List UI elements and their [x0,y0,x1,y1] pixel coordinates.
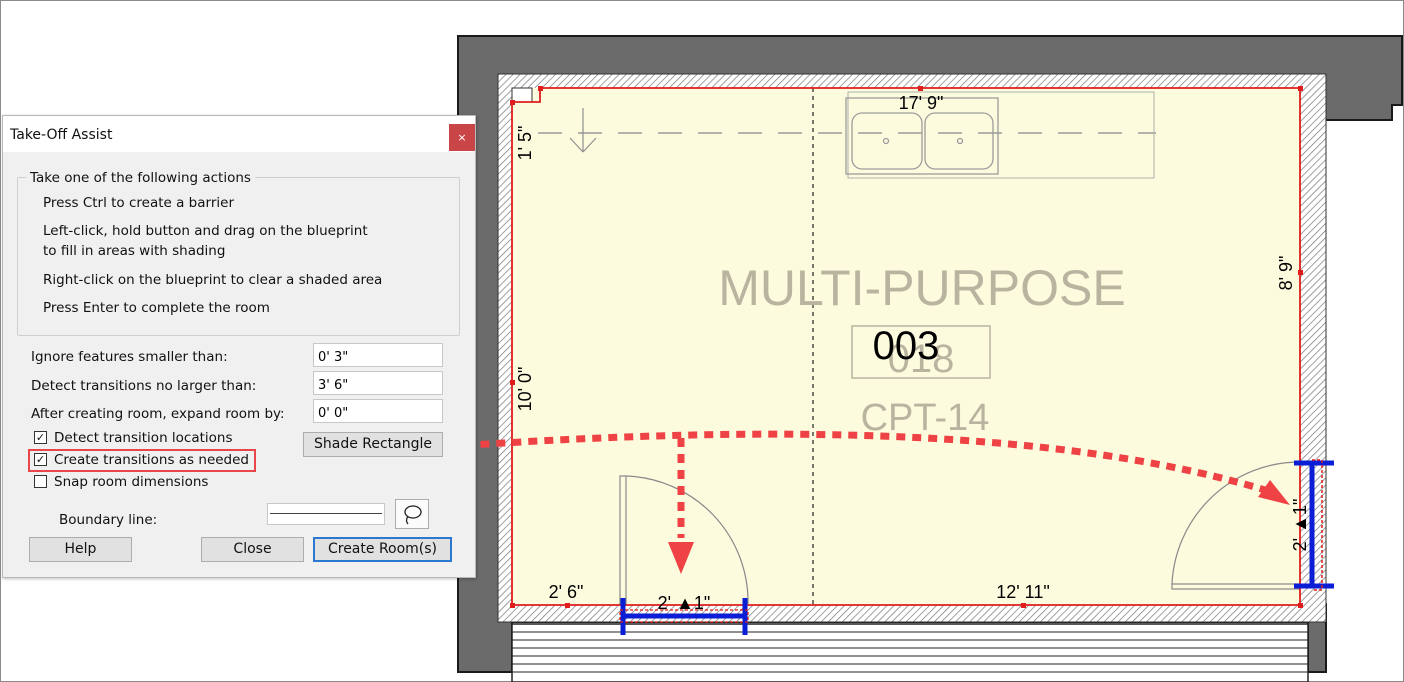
ignore-features-field[interactable] [313,343,443,367]
room-name: MULTI-PURPOSE [718,260,1125,316]
boundary-line-preview[interactable] [267,503,385,525]
instruction-right-click: Right-click on the blueprint to clear a … [43,272,383,288]
checkbox-label: Detect transition locations [54,430,233,446]
instruction-left-click-cont: to fill in areas with shading [43,243,226,259]
close-button[interactable]: Close [201,537,304,562]
dimension-top: 17' 9" [899,93,944,113]
instruction-left-click: Left-click, hold button and drag on the … [43,223,368,239]
dialog-title: Take-Off Assist [10,127,113,143]
detect-transitions-field[interactable] [313,371,443,395]
dimension-bottom-door: 2' ▲1" [658,593,711,613]
boundary-line-label: Boundary line: [59,512,158,528]
help-button[interactable]: Help [29,537,132,562]
shade-rectangle-button[interactable]: Shade Rectangle [303,432,443,457]
checkbox-box[interactable]: ✓ [34,431,47,444]
lasso-button[interactable] [395,499,429,529]
close-icon[interactable]: × [449,124,475,151]
room-number: 003 [873,324,940,368]
room-code: CPT-14 [861,397,990,439]
dimension-left-top: 1' 5" [515,126,535,161]
lasso-icon [404,505,422,525]
actions-group-title: Take one of the following actions [26,170,255,186]
dimension-left: 10' 0" [515,367,535,412]
instruction-ctrl: Press Ctrl to create a barrier [43,195,234,211]
dimension-right-door: 2' ▲1" [1290,499,1310,552]
expand-room-label: After creating room, expand room by: [31,406,285,422]
dimension-bottom-right: 12' 11" [996,582,1050,602]
ignore-features-label: Ignore features smaller than: [31,349,228,365]
instruction-enter: Press Enter to complete the room [43,300,270,316]
detect-transitions-label: Detect transitions no larger than: [31,378,257,394]
dimension-right: 8' 9" [1276,256,1296,291]
dimension-bottom-left: 2' 6" [549,582,584,602]
corner-notch [511,87,533,103]
dialog-titlebar[interactable]: Take-Off Assist × [3,116,475,152]
checkbox-box[interactable] [34,475,47,488]
take-off-assist-dialog: Take-Off Assist × Take one of the follow… [2,115,476,578]
checkbox-label: Snap room dimensions [54,474,209,490]
expand-room-field[interactable] [313,399,443,423]
lower-room [511,623,1309,682]
create-rooms-button[interactable]: Create Room(s) [313,537,452,562]
highlight-box [28,449,256,472]
